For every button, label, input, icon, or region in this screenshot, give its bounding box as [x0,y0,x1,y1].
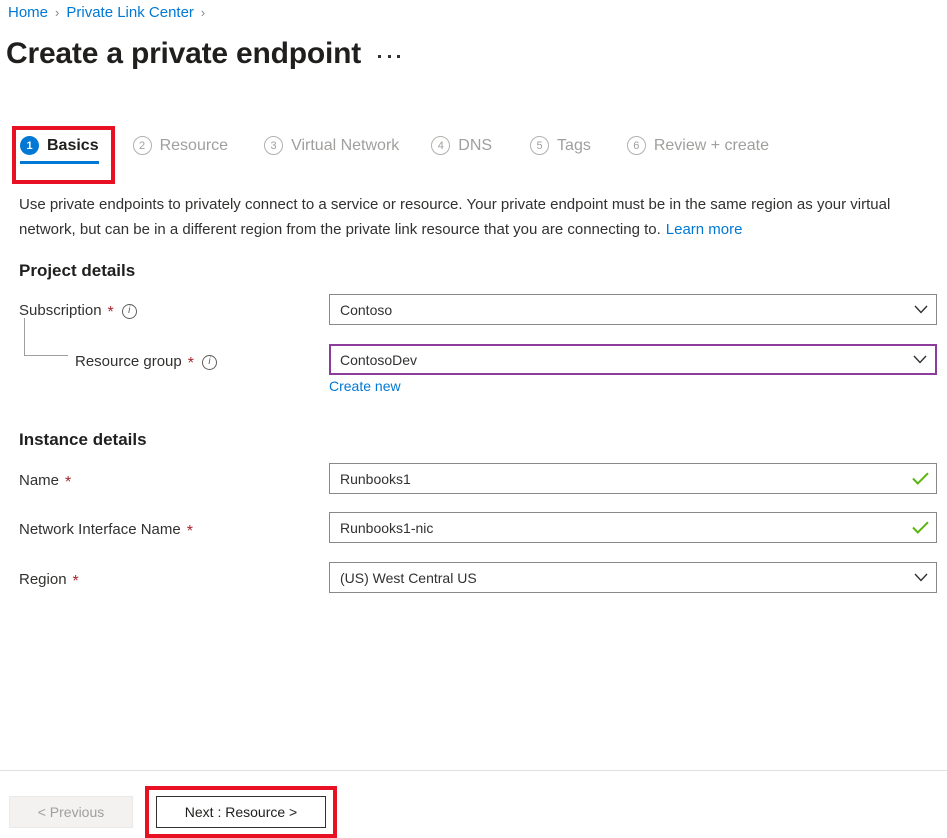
tab-label: Review + create [653,136,770,154]
section-heading-instance-details: Instance details [19,430,147,449]
validation-check-icon [904,472,936,485]
page-title: Create a private endpoint [6,37,362,70]
chevron-down-icon [905,355,935,364]
tab-label: Resource [159,136,229,154]
tab-label: DNS [458,136,493,154]
breadcrumb-separator-icon: › [55,5,60,20]
label-text: Name [19,472,60,489]
name-value: Runbooks1 [340,470,411,487]
label-text: Resource group [75,353,182,370]
label-resource-group: Resource group * i [75,352,217,372]
required-asterisk: * [186,523,193,540]
chevron-down-icon [906,305,936,314]
tab-dns[interactable]: 4 DNS [431,136,492,164]
subscription-value: Contoso [340,301,393,318]
region-value: (US) West Central US [340,569,477,586]
ellipsis-dot [387,54,391,58]
section-heading-project-details: Project details [19,261,136,280]
subscription-dropdown[interactable]: Contoso [329,294,937,325]
breadcrumb-separator-icon: › [200,5,206,20]
resource-group-dropdown[interactable]: ContosoDev [329,344,937,375]
label-region: Region * [19,570,79,590]
previous-button[interactable]: < Previous [9,796,133,828]
more-options-icon[interactable] [378,46,400,66]
tab-tags[interactable]: 5 Tags [530,136,591,164]
region-dropdown[interactable]: (US) West Central US [329,562,937,593]
label-text: Network Interface Name [19,521,181,538]
field-indent-connector [24,318,68,356]
required-asterisk: * [72,573,79,590]
tab-review-create[interactable]: 6 Review + create [626,136,770,164]
tab-badge-number: 6 [626,136,646,155]
info-icon[interactable]: i [121,303,137,319]
tab-label: Tags [557,136,591,154]
description-text: Use private endpoints to privately conne… [19,196,891,238]
name-input[interactable]: Runbooks1 [329,463,937,494]
chevron-down-icon [906,573,936,582]
ellipsis-dot [397,54,400,58]
next-resource-button[interactable]: Next : Resource > [156,796,326,828]
network-interface-name-input[interactable]: Runbooks1-nic [329,512,937,543]
tab-label: Basics [47,136,99,154]
resource-group-value: ContosoDev [340,351,418,368]
required-asterisk: * [187,355,194,372]
tab-basics[interactable]: 1 Basics [20,136,99,164]
learn-more-link[interactable]: Learn more [666,221,743,238]
tab-virtual-network[interactable]: 3 Virtual Network [264,136,399,164]
info-icon[interactable]: i [201,354,217,370]
tab-badge-number: 2 [132,136,152,155]
tab-active-underline [20,161,99,164]
tab-label: Virtual Network [291,136,400,154]
required-asterisk: * [65,474,72,491]
required-asterisk: * [107,304,114,321]
create-new-resource-group-link[interactable]: Create new [329,378,401,394]
ellipsis-dot [378,54,381,58]
tab-badge-number: 5 [530,136,550,155]
label-network-interface-name: Network Interface Name * [19,520,193,540]
tab-badge-number: 3 [264,136,284,155]
tab-badge-number: 1 [20,136,39,155]
page-description: Use private endpoints to privately conne… [19,192,919,242]
tab-resource[interactable]: 2 Resource [132,136,229,164]
breadcrumb-item-private-link-center[interactable]: Private Link Center [66,2,194,24]
label-text: Region [19,571,67,588]
wizard-tab-strip: 1 Basics 2 Resource 3 Virtual Network 4 … [20,136,805,178]
network-interface-name-value: Runbooks1-nic [340,519,434,536]
footer-divider [0,770,947,771]
breadcrumb: Home › Private Link Center › [8,2,205,24]
label-name: Name * [19,471,71,491]
breadcrumb-item-home[interactable]: Home [8,2,48,24]
validation-check-icon [904,521,936,534]
tab-badge-number: 4 [431,136,451,155]
